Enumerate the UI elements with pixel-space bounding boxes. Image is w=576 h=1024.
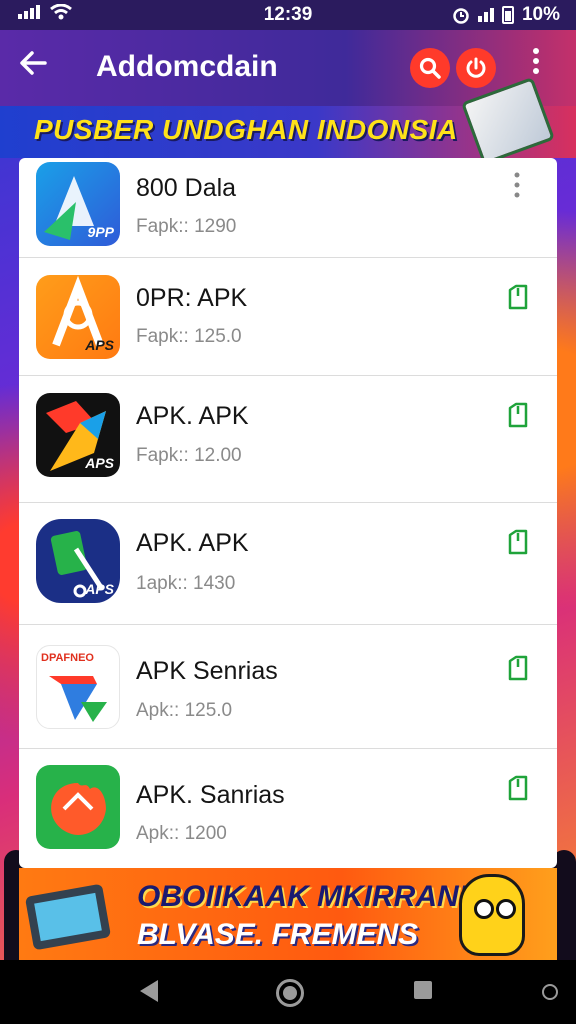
app-icon: APS <box>36 393 120 477</box>
search-button[interactable] <box>410 48 450 88</box>
app-size: Fapk:: 12.00 <box>136 445 242 466</box>
promo-banner[interactable]: PUSBER UNDGHAN INDONSIA <box>0 76 576 166</box>
app-icon: 9PP <box>36 162 120 246</box>
list-item[interactable]: APS APK. APK 1apk:: 1430 <box>19 503 557 625</box>
recents-square-icon[interactable] <box>414 981 432 999</box>
app-size: Fapk:: 125.0 <box>136 326 242 347</box>
ad-banner[interactable]: OBOIIKAAK MKIRRANI BLVASE. FREMENS <box>19 868 557 960</box>
app-size: Apk:: 1200 <box>136 823 227 844</box>
home-circle-icon[interactable] <box>276 979 304 1007</box>
list-item[interactable]: APK. Sanrias Apk:: 1200 <box>19 749 557 868</box>
app-title: Addomcdain <box>96 50 278 83</box>
system-nav-bar <box>0 960 576 1024</box>
battery-level: 10% <box>521 4 560 25</box>
back-arrow-icon[interactable] <box>18 48 48 84</box>
power-icon <box>466 57 486 78</box>
list-item[interactable]: DPAFNEO APK Senrias Apk:: 125.0 <box>19 625 557 749</box>
assistant-icon[interactable] <box>542 984 558 1000</box>
app-icon: APS <box>36 519 120 603</box>
alarm-icon <box>453 8 469 24</box>
mascot-illustration <box>459 874 525 956</box>
back-triangle-icon[interactable] <box>140 980 158 1002</box>
app-name: 800 Dala <box>136 174 237 202</box>
app-name: APK. Sanrias <box>136 781 285 809</box>
download-icon[interactable] <box>508 655 528 681</box>
app-name: 0PR: APK <box>136 284 248 312</box>
battery-icon <box>501 6 514 24</box>
app-name: APK. APK <box>136 402 249 430</box>
app-size: 1apk:: 1430 <box>136 573 236 594</box>
promo-banner-text: PUSBER UNDGHAN INDONSIA <box>34 114 458 145</box>
app-size: Apk:: 125.0 <box>136 700 233 721</box>
app-name: APK. APK <box>136 529 249 557</box>
download-icon[interactable] <box>508 775 528 801</box>
download-icon[interactable] <box>508 529 528 555</box>
list-item[interactable]: 9PP 800 Dala Fapk:: 1290 <box>19 158 557 258</box>
ad-subheadline: BLVASE. FREMENS <box>137 918 419 951</box>
signal-icon <box>477 8 494 22</box>
list-item[interactable]: APS APK. APK Fapk:: 12.00 <box>19 376 557 503</box>
status-bar: 12:39 10% <box>0 0 576 30</box>
more-vert-icon[interactable] <box>509 172 525 204</box>
download-icon[interactable] <box>508 284 528 310</box>
app-icon: APS <box>36 275 120 359</box>
tablet-illustration <box>24 883 112 951</box>
ad-headline: OBOIIKAAK MKIRRANI <box>137 880 467 913</box>
power-button[interactable] <box>456 48 496 88</box>
download-icon[interactable] <box>508 402 528 428</box>
app-name: APK Senrias <box>136 657 278 685</box>
app-list: 9PP 800 Dala Fapk:: 1290 APS 0PR: APK Fa… <box>19 158 557 868</box>
list-item[interactable]: APS 0PR: APK Fapk:: 125.0 <box>19 258 557 376</box>
app-icon <box>36 765 120 849</box>
search-icon <box>419 57 441 79</box>
app-icon: DPAFNEO <box>36 645 120 729</box>
app-size: Fapk:: 1290 <box>136 216 237 237</box>
